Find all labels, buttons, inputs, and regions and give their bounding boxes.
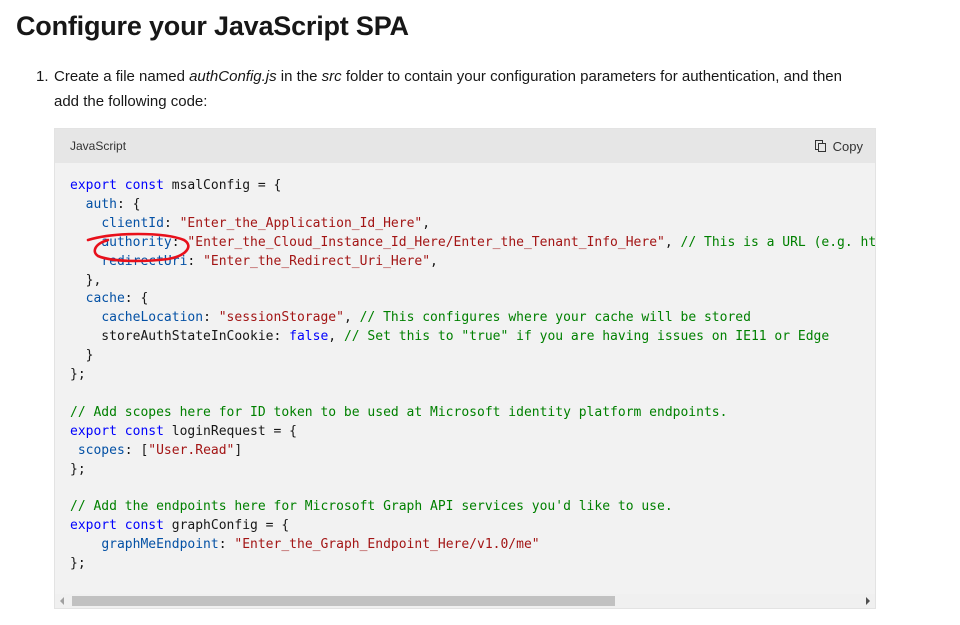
code-comment: // Add the endpoints here for Microsoft … [70,499,673,515]
code-text-segment [70,254,101,269]
code-text-segment: graphConfig = { [163,518,290,534]
step-text-middle: in the [276,68,322,85]
code-line: clientId: "Enter_the_Application_Id_Here… [70,216,430,231]
code-text-segment: storeAuthStateInCookie: [70,329,290,345]
code-text-segment: , [343,310,360,326]
code-line: }, [70,272,102,288]
code-text-segment: , [664,234,681,250]
copy-icon [814,139,828,153]
file-name: authConfig.js [189,68,277,85]
code-property: cache [85,291,125,307]
horizontal-scrollbar[interactable] [55,594,875,608]
code-property: cacheLocation [101,310,204,326]
code-string: "Enter_the_Cloud_Instance_Id_Here/Enter_… [187,234,665,250]
code-block-header: JavaScript Copy [55,129,875,163]
code-line: scopes: ["User.Read"] [70,443,242,458]
code-text-segment [70,197,86,212]
code-property: auth [85,196,117,212]
code-content[interactable]: export const msalConfig = { auth: { clie… [70,177,875,593]
code-text-segment [70,310,101,325]
code-line: redirectUri: "Enter_the_Redirect_Uri_Her… [70,254,438,269]
code-text-segment: } [70,348,94,364]
scroll-left-arrow-icon[interactable] [60,597,64,605]
code-line: storeAuthStateInCookie: false, // Set th… [70,329,829,344]
code-string: "Enter_the_Application_Id_Here" [179,215,423,231]
code-text-segment [70,291,86,306]
code-line: }; [70,556,86,571]
step-number: 1. [36,68,49,85]
code-language-label: JavaScript [70,139,127,153]
code-property: redirectUri [101,253,188,269]
code-property: graphMeEndpoint [101,537,219,553]
code-comment: // This is a URL (e.g. https://login.mic… [680,234,875,250]
code-text-segment: : { [116,196,141,212]
copy-button[interactable]: Copy [814,136,863,156]
code-block: JavaScript Copy export const msalConfig … [54,128,876,609]
code-property: scopes [77,442,125,458]
code-comment: // Set this to "true" if you are having … [343,329,830,345]
step-text-intro: Create a file named [54,68,190,85]
code-text-segment: , [422,215,431,231]
code-text-segment: loginRequest = { [163,423,297,439]
code-comment: // Add scopes here for ID token to be us… [70,404,728,420]
code-line: // Add the endpoints here for Microsoft … [70,499,673,514]
code-comment: // This configures where your cache will… [359,310,751,326]
scroll-thumb[interactable] [72,596,615,606]
code-text-segment: }; [70,556,86,572]
code-text-segment: : [218,537,235,553]
folder-name: src [321,68,342,85]
code-text-segment: : [ [124,442,149,458]
code-text-segment: }; [70,461,86,477]
code-text-segment [70,537,101,552]
code-text-segment: : [203,310,219,326]
code-line: export const msalConfig = { [70,178,281,193]
step-text: Create a file named authConfig.js in the… [54,64,866,114]
code-line: cache: { [70,291,149,307]
code-keyword: export const [70,518,164,534]
code-text-segment: msalConfig = { [163,178,282,193]
code-text-segment: , [328,329,344,345]
code-keyword: export const [70,178,164,193]
code-property: clientId [101,215,164,231]
code-line: }; [70,367,86,382]
code-text-segment: }; [70,367,86,383]
code-text-segment: : { [124,291,149,307]
code-line: } [70,348,94,364]
code-line: auth: { [70,196,141,212]
code-line: // Add scopes here for ID token to be us… [70,405,727,420]
code-text: export const msalConfig = { auth: { clie… [70,177,875,574]
code-text-segment: , [430,253,438,269]
code-text-segment: : [187,253,204,269]
code-string: "Enter_the_Graph_Endpoint_Here/v1.0/me" [234,537,540,553]
scroll-right-arrow-icon[interactable] [866,597,870,605]
code-keyword: false [289,329,329,345]
code-line: graphMeEndpoint: "Enter_the_Graph_Endpoi… [70,537,540,553]
code-text-segment [70,235,101,250]
code-line: }; [70,462,86,477]
code-line: export const loginRequest = { [70,424,297,439]
code-property: authority [101,234,172,250]
code-string: "Enter_the_Redirect_Uri_Here" [203,253,431,269]
code-line: export const graphConfig = { [70,518,289,533]
code-text-segment: }, [70,272,102,288]
page-title: Configure your JavaScript SPA [16,11,409,41]
code-string: "User.Read" [148,442,235,458]
code-text-segment [70,443,78,458]
code-text-segment: : [163,215,180,231]
code-line: cacheLocation: "sessionStorage", // This… [70,310,751,325]
code-keyword: export const [70,423,164,439]
code-line: authority: "Enter_the_Cloud_Instance_Id_… [70,235,875,250]
copy-label: Copy [832,138,863,154]
code-string: "sessionStorage" [218,310,344,326]
code-text-segment: : [171,234,188,250]
code-text-segment: ] [234,442,243,458]
code-text-segment [70,216,101,231]
